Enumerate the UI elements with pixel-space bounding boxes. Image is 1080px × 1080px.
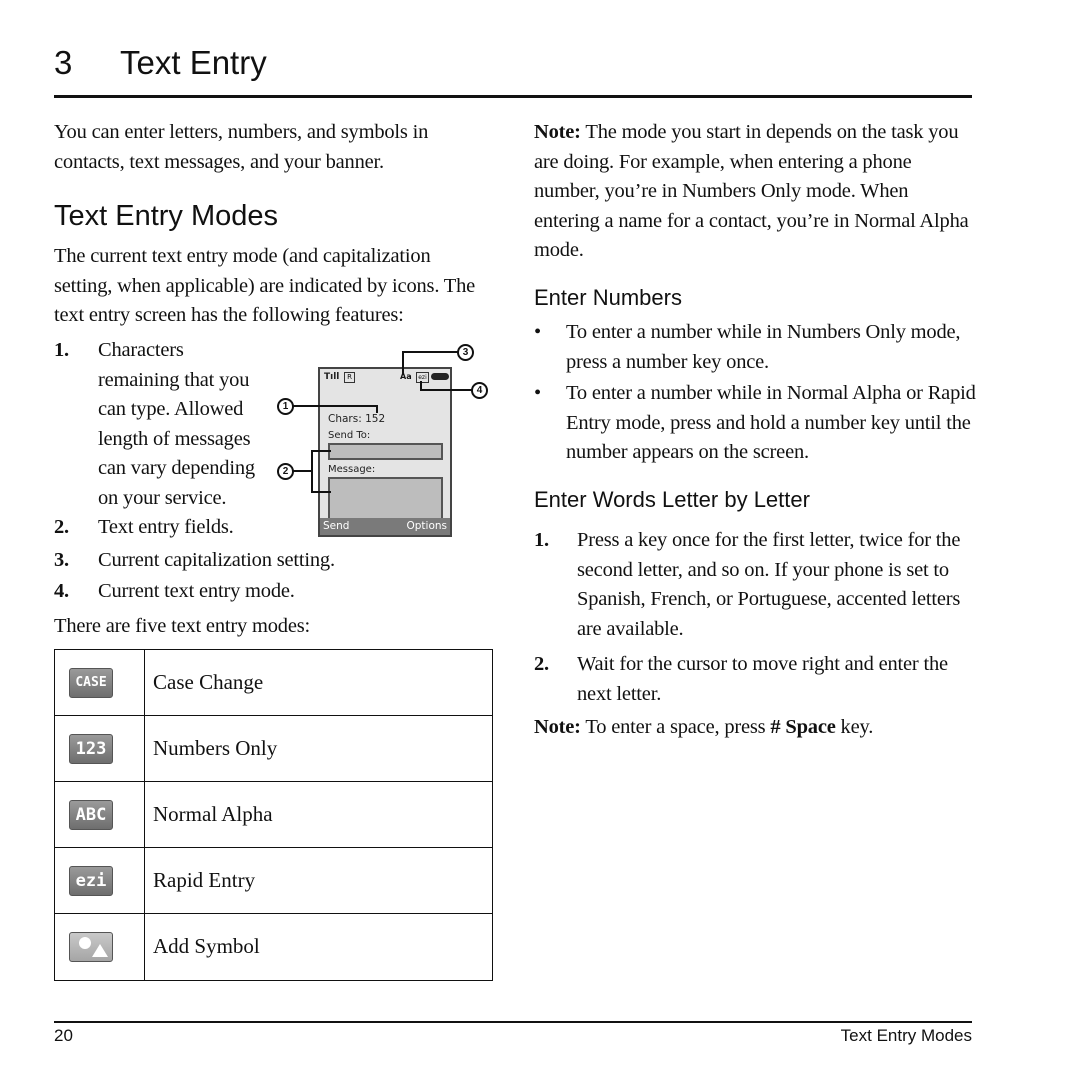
mode-label: Normal Alpha: [153, 801, 273, 826]
feature-line: can type. Allowed: [98, 398, 244, 420]
step-number: 1.: [534, 529, 549, 551]
feature-line: can vary depending: [98, 457, 255, 479]
send-to-field: [328, 443, 443, 460]
numbers-only-icon: 123: [69, 733, 113, 764]
mode-label: Add Symbol: [153, 934, 260, 958]
mode-label: Rapid Entry: [153, 867, 256, 892]
text-mode-indicator-icon: ezi: [416, 372, 429, 383]
list-item-text: To enter a number while in Normal Alpha …: [566, 382, 976, 463]
feature-line: on your service.: [98, 486, 227, 509]
add-symbol-icon: [69, 932, 113, 962]
callout-line-4: [420, 389, 472, 391]
note-text: To enter a space, press: [580, 716, 771, 738]
rapid-entry-icon: ezi: [69, 865, 113, 896]
send-to-label: Send To:: [328, 430, 371, 441]
callout-line-2: [311, 450, 331, 452]
message-field: [328, 477, 443, 519]
intro-paragraph: You can enter letters, numbers, and symb…: [54, 121, 429, 173]
note-mode-start: Note: The mode you start in depends on t…: [534, 118, 972, 266]
section-heading-enter-numbers: Enter Numbers: [534, 285, 682, 310]
section-heading-enter-words: Enter Words Letter by Letter: [534, 487, 810, 512]
step-text: Press a key once for the first letter, t…: [577, 529, 961, 640]
softkey-bar: Send Options: [320, 518, 450, 535]
feature-line: Characters: [98, 339, 184, 361]
header-rule: [54, 95, 972, 98]
five-modes-intro: There are five text entry modes:: [54, 615, 310, 637]
note-text: The mode you start in depends on the tas…: [534, 121, 969, 261]
callout-line-1: [289, 405, 377, 407]
feature-text: Current capitalization setting.: [98, 549, 335, 571]
footer-rule: [54, 1021, 972, 1023]
bullet-icon: •: [534, 321, 541, 343]
chars-remaining: Chars: 152: [328, 413, 386, 425]
table-row: 123 Numbers Only: [55, 716, 492, 782]
feature-number: 3.: [54, 549, 69, 571]
table-row: CASE Case Change: [55, 650, 492, 716]
step-text: Wait for the cursor to move right and en…: [577, 653, 948, 705]
softkey-send: Send: [323, 520, 350, 532]
feature-line: length of messages: [98, 427, 251, 450]
step-number: 2.: [534, 653, 549, 675]
feature-number: 1.: [54, 339, 69, 361]
callout-line-2: [311, 491, 331, 493]
roaming-icon: R: [344, 372, 355, 383]
feature-number: 4.: [54, 580, 69, 602]
chapter-title-text: Text Entry: [120, 44, 267, 81]
status-bar: Tıll R Aa ezi: [320, 369, 450, 385]
note-label: Note:: [534, 716, 581, 738]
case-change-icon: CASE: [69, 667, 113, 698]
mode-label: Numbers Only: [153, 735, 278, 760]
mode-label: Case Change: [153, 669, 264, 694]
bullet-icon: •: [534, 382, 541, 404]
callout-3-icon: 3: [457, 344, 474, 361]
feature-text: Text entry fields.: [98, 516, 234, 538]
callout-2-icon: 2: [277, 463, 294, 480]
page-number: 20: [54, 1026, 73, 1045]
table-row: Add Symbol: [55, 914, 492, 980]
message-label: Message:: [328, 464, 376, 475]
table-row: ABC Normal Alpha: [55, 782, 492, 848]
modes-description: The current text entry mode (and capital…: [54, 245, 476, 326]
feature-line: remaining that you: [98, 368, 250, 391]
feature-text: Current text entry mode.: [98, 580, 295, 602]
callout-4-icon: 4: [471, 382, 488, 399]
callout-1-icon: 1: [277, 398, 294, 415]
callout-line-1: [376, 405, 378, 413]
callout-line-3: [402, 351, 404, 375]
feature-number: 2.: [54, 516, 69, 538]
section-heading-text-entry-modes: Text Entry Modes: [54, 200, 279, 232]
list-item-text: To enter a number while in Numbers Only …: [566, 321, 961, 373]
callout-line-2: [311, 450, 313, 493]
chapter-number: 3: [54, 44, 73, 81]
table-row: ezi Rapid Entry: [55, 848, 492, 914]
footer-section-title: Text Entry Modes: [840, 1026, 972, 1045]
note-label: Note:: [534, 121, 581, 143]
signal-strength-icon: Tıll: [324, 372, 340, 382]
phone-screen-diagram: Tıll R Aa ezi Chars: 152 Send To: Messag…: [318, 367, 452, 537]
battery-icon: [431, 373, 449, 380]
softkey-options: Options: [406, 520, 447, 532]
space-key: # Space: [770, 716, 836, 738]
chapter-title: 3 Text Entry: [54, 44, 267, 82]
note-space: Note: To enter a space, press # Space ke…: [534, 713, 974, 743]
note-text: key.: [835, 716, 874, 738]
callout-line-3: [402, 351, 458, 353]
normal-alpha-icon: ABC: [69, 799, 113, 830]
modes-table: CASE Case Change 123 Numbers Only ABC No…: [54, 649, 493, 981]
